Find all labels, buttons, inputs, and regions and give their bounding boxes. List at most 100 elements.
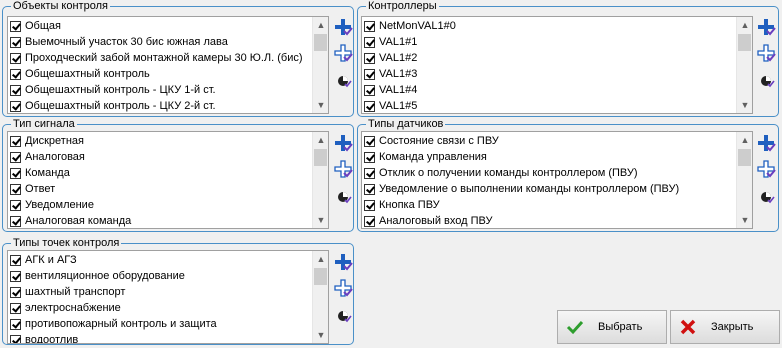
item-checkbox[interactable] [364,215,375,227]
scroll-thumb[interactable] [738,34,751,51]
list-item[interactable]: шахтный транспорт [10,284,125,300]
list-item[interactable]: Проходческий забой монтажной камеры 30 Ю… [10,50,303,66]
item-checkbox[interactable] [364,52,375,64]
invert-selection-icon[interactable] [333,71,353,91]
list-item[interactable]: NetMonVAL1#0 [364,18,456,34]
list-item[interactable]: Аналоговая команда [10,213,131,228]
list-item[interactable]: Аналоговый вход ПВУ [364,213,492,228]
item-checkbox[interactable] [10,334,21,343]
list-item[interactable]: VAL1#5 [364,98,417,113]
sensor-types-list[interactable]: Состояние связи с ПВУ Команда управления О… [361,131,753,229]
controllers-list[interactable]: NetMonVAL1#0 VAL1#1 VAL1#2 VAL1#3 VAL1#4 VAL1… [361,16,753,114]
scroll-down-arrow[interactable]: ▼ [737,212,752,228]
select-all-icon[interactable] [756,17,776,37]
list-item[interactable]: VAL1#2 [364,50,417,66]
item-checkbox[interactable] [10,167,21,179]
list-item[interactable]: электроснабжение [10,300,121,316]
list-item[interactable]: Команда управления [364,149,487,165]
item-checkbox[interactable] [10,318,21,330]
vertical-scrollbar[interactable]: ▲ ▼ [736,132,752,228]
select-button[interactable]: Выбрать [557,310,667,344]
add-selection-icon[interactable] [333,278,353,298]
item-checkbox[interactable] [10,20,21,32]
item-checkbox[interactable] [10,215,21,227]
scroll-down-arrow[interactable]: ▼ [737,97,752,113]
item-checkbox[interactable] [10,183,21,195]
add-selection-icon[interactable] [333,43,353,63]
item-checkbox[interactable] [364,36,375,48]
select-all-icon[interactable] [333,133,353,153]
item-checkbox[interactable] [10,84,21,96]
add-selection-icon[interactable] [333,159,353,179]
list-item[interactable]: Уведомление [10,197,94,213]
item-checkbox[interactable] [10,270,21,282]
list-item[interactable]: Общешахтный контроль - ЦКУ 1-й ст. [10,82,216,98]
list-item[interactable]: Команда [10,165,70,181]
signal-types-list[interactable]: Дискретная Аналоговая Команда Ответ Уведомле… [7,131,329,229]
list-item[interactable]: Уведомление о выполнении команды контрол… [364,181,679,197]
control-objects-list[interactable]: Общая Выемочный участок 30 бис южная лава… [7,16,329,114]
vertical-scrollbar[interactable]: ▲ ▼ [312,132,328,228]
list-item[interactable]: Общешахтный контроль [10,66,150,82]
item-checkbox[interactable] [364,84,375,96]
item-checkbox[interactable] [364,100,375,112]
list-item[interactable]: Общая [10,18,61,34]
item-checkbox[interactable] [10,100,21,112]
list-item[interactable]: Общешахтный контроль - ЦКУ 2-й ст. [10,98,216,113]
invert-selection-icon[interactable] [333,187,353,207]
item-checkbox[interactable] [10,52,21,64]
item-checkbox[interactable] [364,20,375,32]
item-checkbox[interactable] [10,135,21,147]
list-item[interactable]: АГК и АГЗ [10,252,77,268]
item-checkbox[interactable] [10,151,21,163]
list-item[interactable]: Кнопка ПВУ [364,197,440,213]
item-checkbox[interactable] [364,199,375,211]
scroll-down-arrow[interactable]: ▼ [313,97,328,113]
list-item[interactable]: Отклик о получении команды контроллером … [364,165,638,181]
select-all-icon[interactable] [333,252,353,272]
invert-selection-icon[interactable] [333,306,353,326]
item-checkbox[interactable] [364,183,375,195]
item-checkbox[interactable] [10,254,21,266]
list-item[interactable]: вентиляционное оборудование [10,268,185,284]
item-checkbox[interactable] [364,167,375,179]
control-point-types-list[interactable]: АГК и АГЗ вентиляционное оборудование шахт… [7,250,329,344]
add-selection-icon[interactable] [756,43,776,63]
scroll-up-arrow[interactable]: ▲ [313,251,328,267]
list-item[interactable]: Выемочный участок 30 бис южная лава [10,34,228,50]
item-checkbox[interactable] [364,68,375,80]
vertical-scrollbar[interactable]: ▲ ▼ [312,251,328,343]
add-selection-icon[interactable] [756,159,776,179]
item-checkbox[interactable] [10,286,21,298]
item-checkbox[interactable] [364,151,375,163]
item-checkbox[interactable] [10,36,21,48]
item-checkbox[interactable] [10,68,21,80]
invert-selection-icon[interactable] [756,187,776,207]
item-checkbox[interactable] [364,135,375,147]
scroll-up-arrow[interactable]: ▲ [313,17,328,33]
scroll-up-arrow[interactable]: ▲ [737,17,752,33]
select-all-icon[interactable] [756,133,776,153]
scroll-thumb[interactable] [738,149,751,166]
vertical-scrollbar[interactable]: ▲ ▼ [736,17,752,113]
scroll-thumb[interactable] [314,149,327,166]
list-item[interactable]: VAL1#3 [364,66,417,82]
close-button[interactable]: Закрыть [670,310,780,344]
scroll-thumb[interactable] [314,34,327,51]
list-item[interactable]: противопожарный контроль и защита [10,316,217,332]
scroll-down-arrow[interactable]: ▼ [313,327,328,343]
invert-selection-icon[interactable] [756,71,776,91]
list-item[interactable]: водоотлив [10,332,78,343]
scroll-thumb[interactable] [314,268,327,285]
select-all-icon[interactable] [333,17,353,37]
item-checkbox[interactable] [10,199,21,211]
list-item[interactable]: Аналоговая [10,149,85,165]
scroll-down-arrow[interactable]: ▼ [313,212,328,228]
list-item[interactable]: Состояние связи с ПВУ [364,133,499,149]
list-item[interactable]: Дискретная [10,133,84,149]
list-item[interactable]: VAL1#4 [364,82,417,98]
vertical-scrollbar[interactable]: ▲ ▼ [312,17,328,113]
scroll-up-arrow[interactable]: ▲ [313,132,328,148]
item-checkbox[interactable] [10,302,21,314]
list-item[interactable]: Ответ [10,181,55,197]
